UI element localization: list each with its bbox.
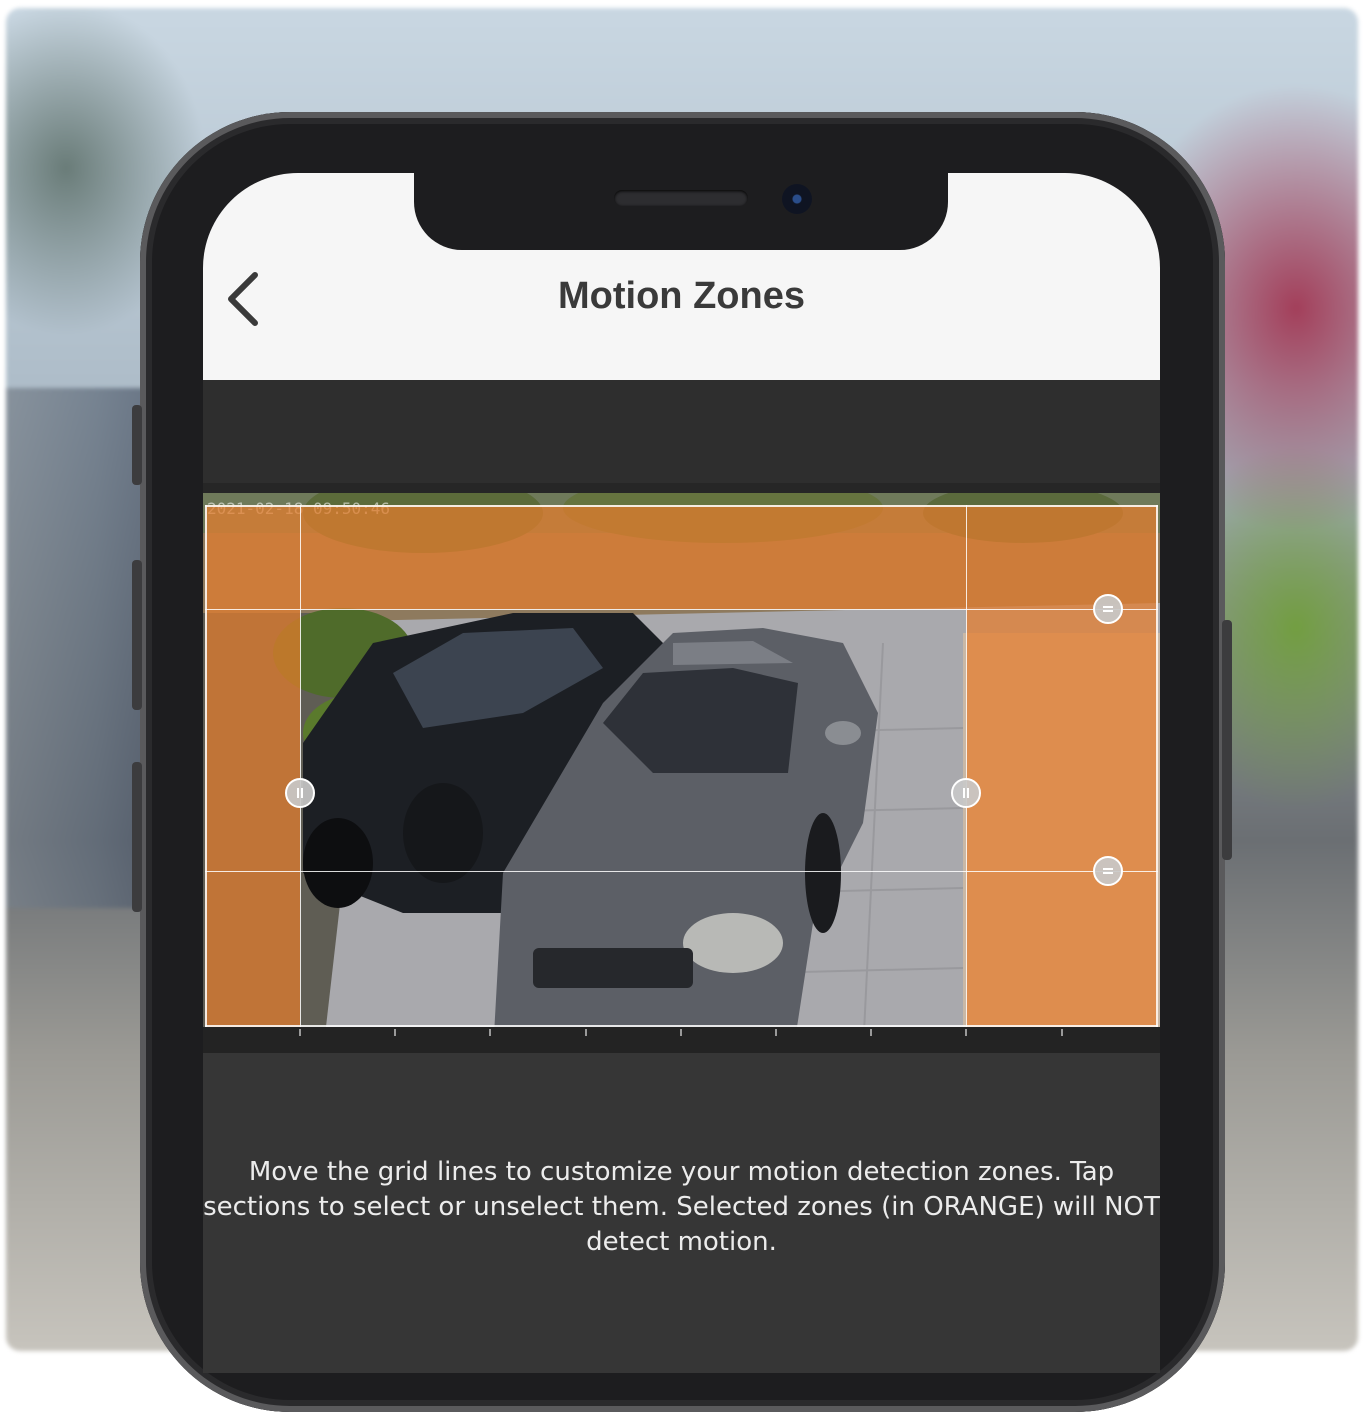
tick-mark: [775, 1029, 777, 1036]
page-title: Motion Zones: [558, 275, 805, 317]
vertical-grip-icon: [963, 788, 969, 798]
horizontal-grip-icon: [1103, 868, 1113, 874]
zone-r1c1[interactable]: [205, 505, 300, 609]
tick-mark: [680, 1029, 682, 1036]
grid-line-vertical-1[interactable]: [300, 505, 301, 1027]
phone-power-button: [1222, 620, 1232, 860]
tick-mark: [299, 1029, 301, 1036]
phone-side-button: [132, 405, 142, 485]
instructions-text: Move the grid lines to customize your mo…: [203, 1157, 1160, 1257]
zone-r1c2[interactable]: [300, 505, 966, 609]
vertical-line-1-handle[interactable]: [285, 778, 315, 808]
tick-mark: [489, 1029, 491, 1036]
grid-border-right: [1156, 505, 1158, 1027]
zone-r3c2[interactable]: [300, 871, 966, 1027]
zone-r3c3[interactable]: [966, 871, 1158, 1027]
zone-r3c1[interactable]: [205, 871, 300, 1027]
phone-notch: [414, 150, 948, 250]
zone-r2c3[interactable]: [966, 609, 1158, 871]
horizontal-grip-icon: [1103, 606, 1113, 612]
zone-r1c3[interactable]: [966, 505, 1158, 609]
speaker-grille: [614, 190, 748, 206]
motion-zone-grid: [205, 505, 1158, 1027]
vertical-grip-icon: [297, 788, 303, 798]
grid-line-horizontal-2[interactable]: [205, 871, 1158, 872]
camera-feed: 2021-02-18 09:50:46: [203, 493, 1160, 1053]
grid-line-horizontal-1[interactable]: [205, 609, 1158, 610]
horizontal-line-2-handle[interactable]: [1093, 856, 1123, 886]
tick-mark: [394, 1029, 396, 1036]
phone-volume-down-button: [132, 762, 142, 912]
front-camera: [782, 184, 812, 214]
grid-line-vertical-2[interactable]: [966, 505, 967, 1027]
vertical-line-2-handle[interactable]: [951, 778, 981, 808]
tick-mark: [870, 1029, 872, 1036]
tick-mark: [1061, 1029, 1063, 1036]
zone-r2c2[interactable]: [300, 609, 966, 871]
grid-border-top: [205, 505, 1158, 507]
tick-mark: [965, 1029, 967, 1036]
feed-tick-strip: [203, 1027, 1160, 1053]
top-dark-band: [203, 380, 1160, 483]
app-screen: Motion Zones Move the grid lines to cust…: [203, 173, 1160, 1373]
phone-volume-up-button: [132, 560, 142, 710]
grid-border-left: [205, 505, 207, 1027]
zone-r2c1[interactable]: [205, 609, 300, 871]
tick-mark: [585, 1029, 587, 1036]
feed-top-strip: [203, 483, 1160, 493]
horizontal-line-1-handle[interactable]: [1093, 594, 1123, 624]
